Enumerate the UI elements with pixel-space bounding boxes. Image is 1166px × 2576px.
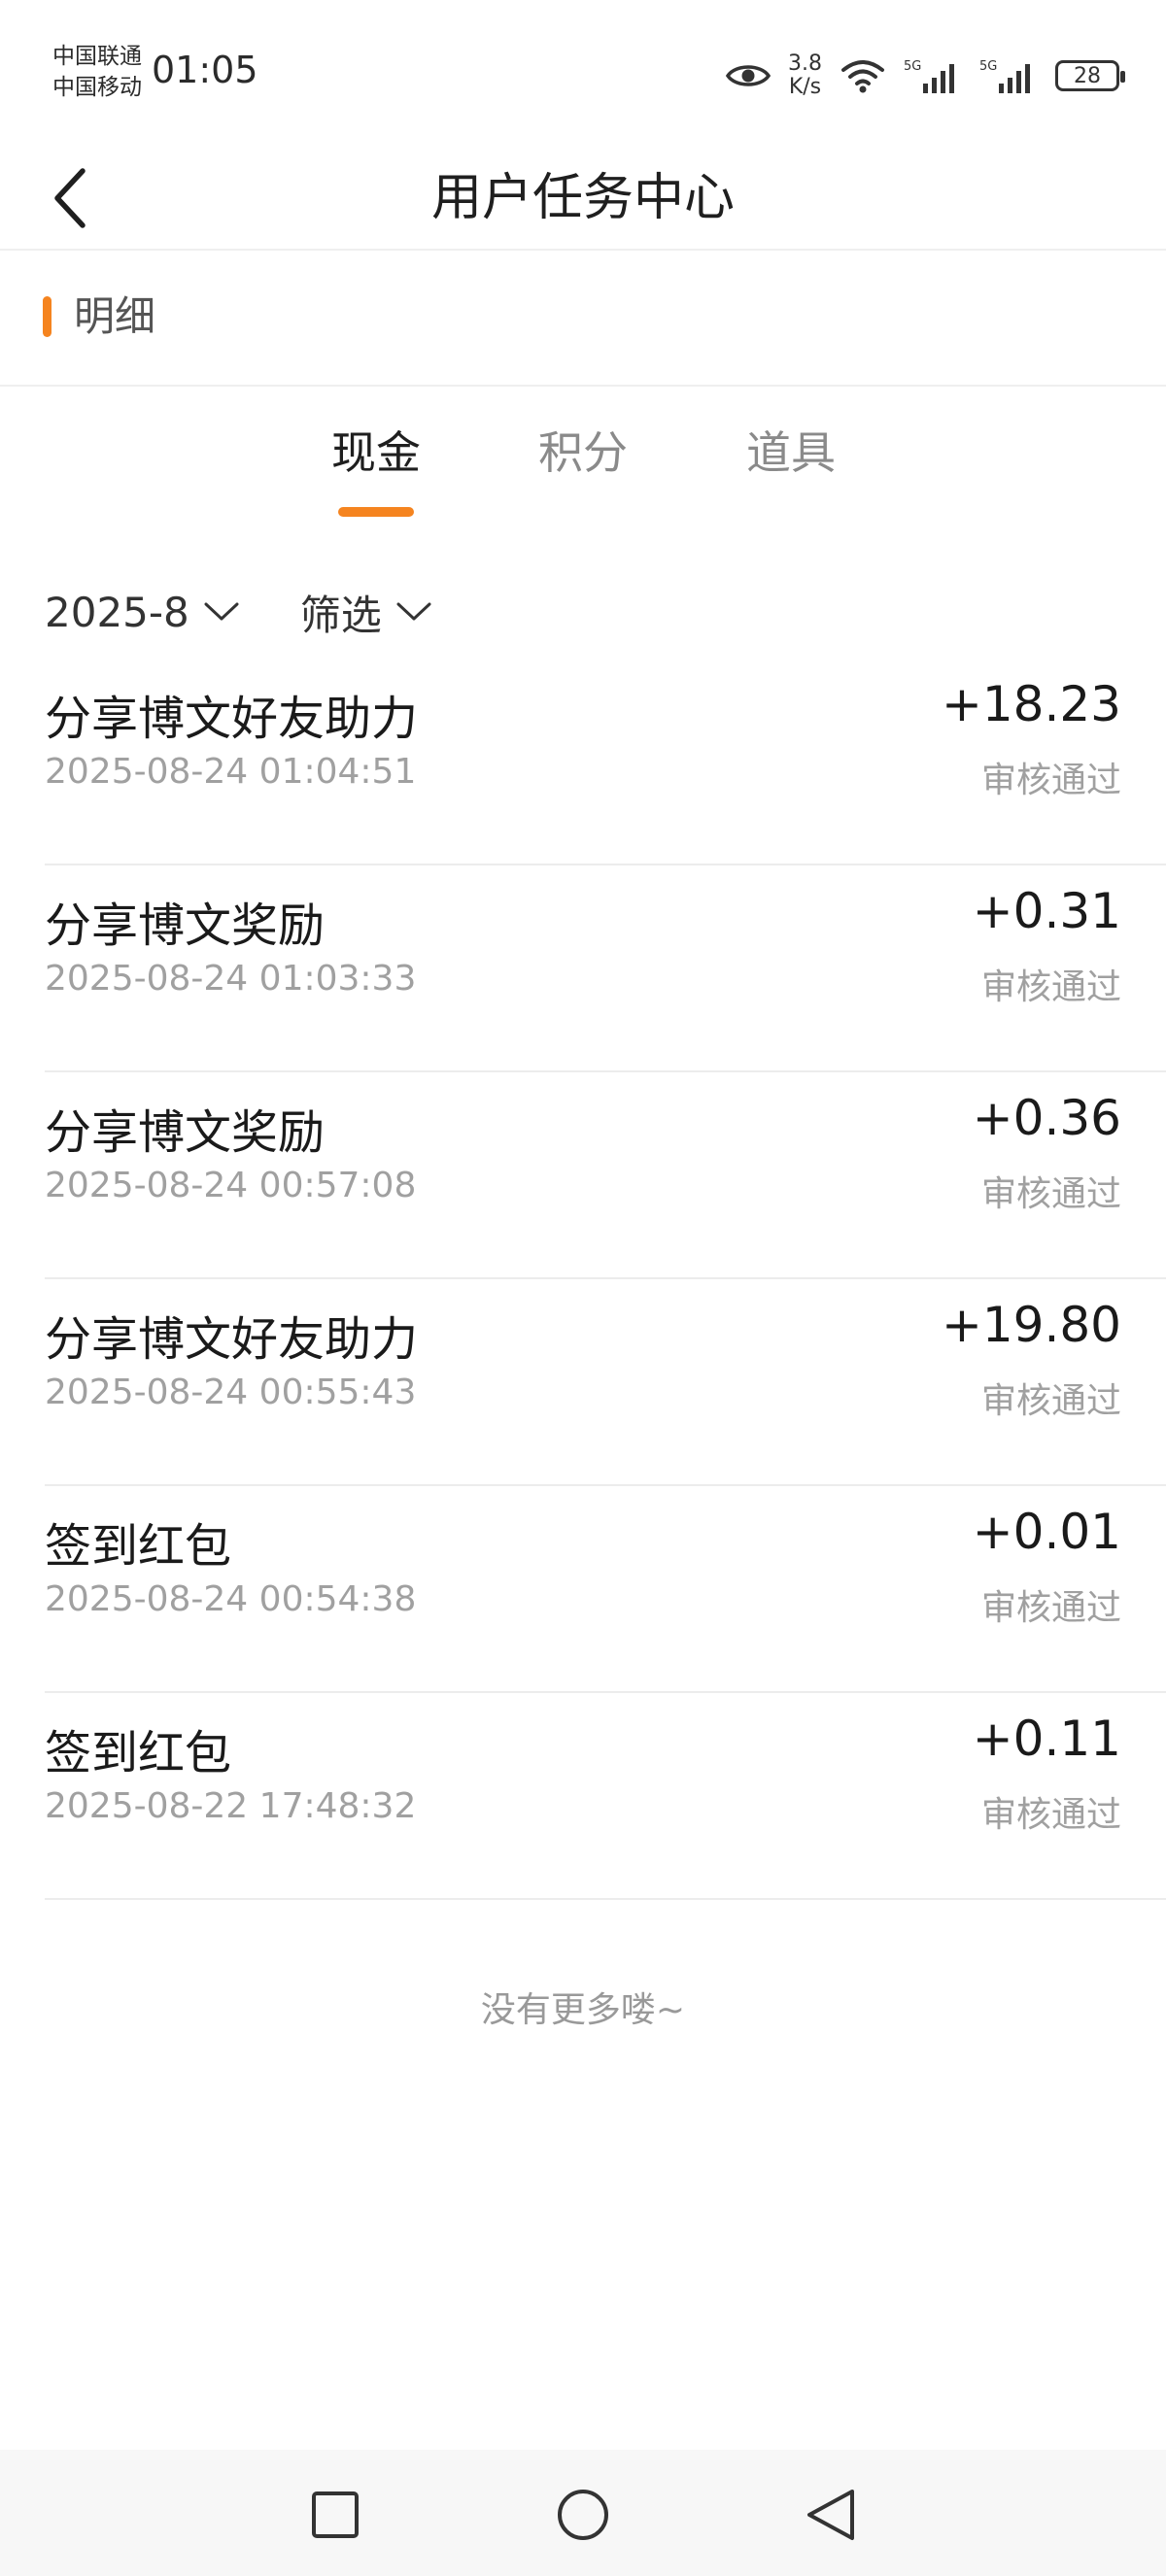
record-title: 分享博文好友助力	[45, 692, 419, 746]
app-screen: 中国联通 中国移动 01:05 3.8 K/s 5G 5G 28 用户任务中心 …	[0, 0, 1166, 2576]
recents-button[interactable]	[292, 2471, 379, 2559]
record-time: 2025-08-24 00:54:38	[45, 1579, 417, 1619]
month-selector[interactable]: 2025-8	[45, 589, 240, 636]
record-amount: +0.01	[972, 1504, 1121, 1560]
record-title: 签到红包	[45, 1519, 232, 1574]
record-time: 2025-08-24 00:55:43	[45, 1373, 417, 1412]
record-status: 审核通过	[980, 1588, 1121, 1628]
status-time: 01:05	[152, 49, 258, 91]
signal-label-1: 5G	[904, 59, 921, 74]
signal-label-2: 5G	[979, 59, 997, 74]
record-status: 审核通过	[980, 1381, 1121, 1421]
chevron-down-icon	[204, 602, 239, 621]
list-item[interactable]: 分享博文好友助力 2025-08-24 01:04:51 +18.23 审核通过	[45, 659, 1166, 865]
month-label: 2025-8	[45, 588, 189, 636]
record-amount: +19.80	[941, 1297, 1121, 1353]
end-of-list-note: 没有更多喽~	[480, 1990, 686, 2030]
record-time: 2025-08-24 00:57:08	[45, 1166, 417, 1205]
tab-points[interactable]: 积分	[486, 418, 680, 482]
list-item[interactable]: 签到红包 2025-08-22 17:48:32 +0.11 审核通过	[45, 1693, 1166, 1900]
record-time: 2025-08-24 01:04:51	[45, 752, 417, 792]
carrier-1: 中国联通	[52, 44, 142, 69]
status-bar: 中国联通 中国移动 01:05 3.8 K/s 5G 5G 28	[0, 0, 1166, 146]
filter-dropdown[interactable]: 筛选	[300, 583, 432, 642]
filter-row: 2025-8 筛选	[45, 583, 432, 641]
record-title: 分享博文好友助力	[45, 1312, 419, 1367]
record-status: 审核通过	[980, 1795, 1121, 1835]
section-header: 明细	[0, 253, 1166, 387]
nav-header: 用户任务中心	[0, 146, 1166, 251]
circle-icon	[558, 2490, 608, 2540]
record-amount: +0.36	[972, 1090, 1121, 1146]
tab-cash[interactable]: 现金	[279, 418, 473, 482]
nav-back-button[interactable]	[787, 2471, 874, 2559]
net-speed-value: 3.8	[788, 51, 822, 76]
filter-label: 筛选	[299, 591, 382, 639]
status-icons: 3.8 K/s 5G 5G 28	[726, 47, 1125, 105]
record-status: 审核通过	[980, 761, 1121, 800]
battery-indicator: 28	[1055, 60, 1125, 91]
active-tab-indicator	[338, 507, 414, 517]
wifi-icon	[841, 60, 884, 93]
record-status: 审核通过	[980, 967, 1121, 1007]
triangle-back-icon	[807, 2490, 854, 2540]
record-amount: +0.11	[972, 1711, 1121, 1767]
eye-icon	[726, 65, 771, 86]
record-status: 审核通过	[980, 1174, 1121, 1214]
signal-5g-icon-1: 5G	[904, 59, 954, 93]
section-accent-bar	[43, 296, 51, 337]
section-title: 明细	[74, 292, 156, 340]
carrier-info: 中国联通 中国移动	[52, 41, 142, 103]
list-item[interactable]: 签到红包 2025-08-24 00:54:38 +0.01 审核通过	[45, 1486, 1166, 1693]
record-title: 分享博文奖励	[45, 898, 326, 953]
record-title: 分享博文奖励	[45, 1105, 326, 1160]
tab-items[interactable]: 道具	[694, 418, 888, 482]
chevron-down-icon	[396, 602, 431, 621]
record-amount: +18.23	[941, 676, 1121, 732]
record-title: 签到红包	[45, 1726, 232, 1780]
signal-5g-icon-2: 5G	[979, 59, 1030, 93]
record-time: 2025-08-24 01:03:33	[45, 959, 417, 999]
tab-bar: 现金 积分 道具	[0, 389, 1166, 534]
list-item[interactable]: 分享博文好友助力 2025-08-24 00:55:43 +19.80 审核通过	[45, 1279, 1166, 1486]
network-speed: 3.8 K/s	[788, 52, 822, 99]
list-item[interactable]: 分享博文奖励 2025-08-24 00:57:08 +0.36 审核通过	[45, 1072, 1166, 1279]
page-title: 用户任务中心	[430, 169, 735, 227]
record-time: 2025-08-22 17:48:32	[45, 1786, 417, 1826]
list-item[interactable]: 分享博文奖励 2025-08-24 01:03:33 +0.31 审核通过	[45, 865, 1166, 1072]
record-amount: +0.31	[972, 883, 1121, 939]
carrier-2: 中国移动	[52, 75, 142, 100]
net-speed-unit: K/s	[788, 75, 822, 99]
square-icon	[312, 2491, 359, 2538]
record-list: 分享博文好友助力 2025-08-24 01:04:51 +18.23 审核通过…	[45, 659, 1166, 1900]
system-nav-bar	[0, 2450, 1166, 2576]
home-button[interactable]	[539, 2471, 627, 2559]
